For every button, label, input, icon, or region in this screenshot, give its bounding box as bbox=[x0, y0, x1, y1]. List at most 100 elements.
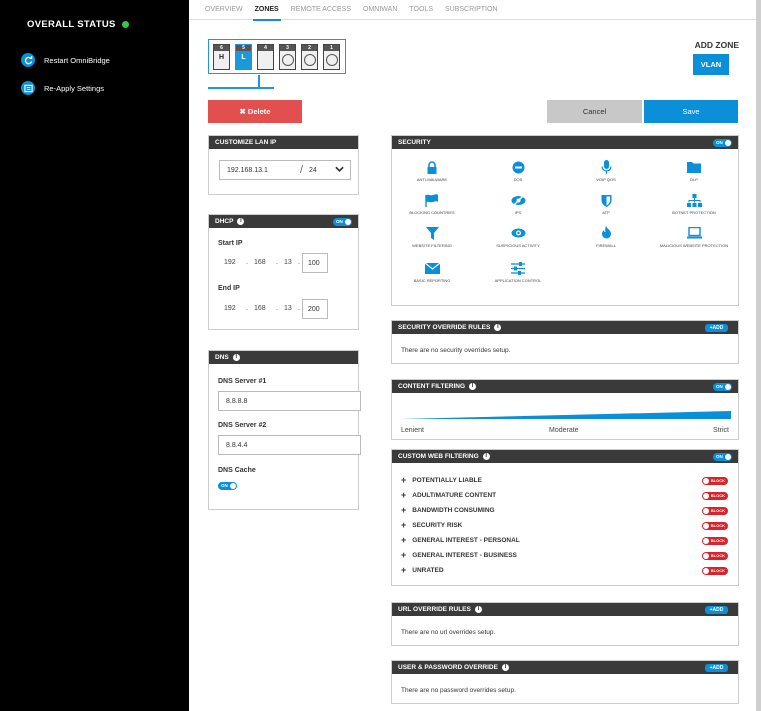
block-toggle[interactable]: BLOCK bbox=[702, 552, 728, 560]
ip-dot: . bbox=[298, 259, 300, 266]
user-password-override-header: USER & PASSWORD OVERRIDE i +ADD bbox=[392, 661, 738, 674]
toggle-label: ON bbox=[716, 454, 723, 459]
page-scrollbar[interactable] bbox=[756, 0, 761, 711]
category-row[interactable]: + POTENTIALLY LIABLE bbox=[401, 475, 482, 485]
toggle-label: ON bbox=[716, 384, 723, 389]
category-row[interactable]: + GENERAL INTEREST - PERSONAL bbox=[401, 535, 520, 545]
security-feature-malicious-website-protection[interactable]: MALICIOUS WEBSITE PROTECTION bbox=[654, 226, 734, 248]
info-icon[interactable]: i bbox=[501, 664, 509, 671]
security-feature-atp[interactable]: ATP bbox=[566, 193, 646, 215]
security-feature-dlp[interactable]: DLP bbox=[654, 160, 734, 182]
block-toggle[interactable]: BLOCK bbox=[702, 522, 728, 530]
toggle-knob bbox=[345, 219, 351, 225]
end-ip-last-input[interactable]: 200 bbox=[302, 299, 328, 319]
category-row[interactable]: + ADULT/MATURE CONTENT bbox=[401, 490, 496, 500]
add-url-override-button[interactable]: +ADD bbox=[705, 606, 728, 614]
toggle-label: BLOCK bbox=[710, 538, 725, 543]
security-feature-suspicious-activity[interactable]: SUSPICIOUS ACTIVITY bbox=[478, 226, 558, 248]
category-row[interactable]: + UNRATED bbox=[401, 565, 444, 575]
save-button[interactable]: Save bbox=[644, 100, 738, 123]
delete-button[interactable]: ✖ Delete bbox=[208, 100, 302, 123]
tab-overview[interactable]: OVERVIEW bbox=[203, 3, 245, 16]
port-empty-icon bbox=[282, 54, 294, 66]
laptop-icon bbox=[654, 226, 734, 240]
expand-plus-icon[interactable]: + bbox=[401, 475, 406, 485]
expand-plus-icon[interactable]: + bbox=[401, 565, 406, 575]
toggle-knob bbox=[703, 478, 709, 484]
expand-plus-icon[interactable]: + bbox=[401, 505, 406, 515]
tab-tools[interactable]: TOOLS bbox=[407, 3, 435, 16]
block-toggle[interactable]: BLOCK bbox=[702, 477, 728, 485]
info-icon[interactable]: i bbox=[232, 354, 240, 361]
lan-mask-select[interactable]: 24 bbox=[309, 167, 317, 174]
url-override-panel: URL OVERRIDE RULES i +ADD There are no u… bbox=[391, 602, 739, 646]
add-security-override-button[interactable]: +ADD bbox=[705, 324, 728, 332]
category-row[interactable]: + BANDWIDTH CONSUMING bbox=[401, 505, 495, 515]
block-toggle[interactable]: BLOCK bbox=[702, 492, 728, 500]
port-3[interactable]: 3 bbox=[279, 44, 296, 70]
block-toggle[interactable]: BLOCK bbox=[702, 567, 728, 575]
port-2[interactable]: 2 bbox=[301, 44, 318, 70]
port-5[interactable]: 5 L bbox=[235, 44, 252, 70]
category-row[interactable]: + SECURITY RISK bbox=[401, 520, 462, 530]
category-label: ADULT/MATURE CONTENT bbox=[412, 491, 497, 499]
category-row[interactable]: + GENERAL INTEREST - BUSINESS bbox=[401, 550, 517, 560]
security-feature-label: ANTI-MALWARE bbox=[416, 177, 448, 182]
info-icon[interactable]: i bbox=[469, 383, 477, 390]
security-override-panel: SECURITY OVERRIDE RULES i +ADD There are… bbox=[391, 320, 739, 364]
security-toggle[interactable]: ON bbox=[713, 139, 732, 147]
dns-server-1-input[interactable]: 8.8.8.8 bbox=[218, 391, 361, 411]
content-filtering-toggle[interactable]: ON bbox=[713, 383, 732, 391]
info-icon[interactable]: i bbox=[237, 218, 245, 225]
tab-omniwan[interactable]: OMNIWAN bbox=[361, 3, 399, 16]
security-feature-application-control[interactable]: APPLICATION CONTROL bbox=[478, 261, 558, 283]
cidr-separator: / bbox=[300, 164, 304, 176]
security-feature-ips[interactable]: IPS bbox=[478, 193, 558, 215]
vlan-button[interactable]: VLAN bbox=[693, 54, 729, 75]
custom-web-filtering-panel: CUSTOM WEB FILTERING i ON + POTENTIALLY L… bbox=[391, 449, 739, 586]
expand-plus-icon[interactable]: + bbox=[401, 490, 406, 500]
toggle-knob bbox=[703, 553, 709, 559]
custom-web-filtering-toggle[interactable]: ON bbox=[713, 453, 732, 461]
dns-server-2-input[interactable]: 8.8.4.4 bbox=[218, 435, 361, 455]
dns-header: DNS i bbox=[209, 351, 358, 364]
block-toggle[interactable]: BLOCK bbox=[702, 507, 728, 515]
security-feature-label: BLOCKING COUNTRIES bbox=[409, 210, 455, 215]
security-feature-basic-reporting[interactable]: BASIC REPORTING bbox=[392, 261, 472, 283]
port-zone-label: L bbox=[241, 54, 246, 61]
block-toggle[interactable]: BLOCK bbox=[702, 537, 728, 545]
info-icon[interactable]: i bbox=[474, 606, 482, 613]
tab-zones[interactable]: ZONES bbox=[252, 3, 281, 21]
start-ip-last-input[interactable]: 100 bbox=[302, 253, 328, 273]
security-feature-firewall[interactable]: FIREWALL bbox=[566, 226, 646, 248]
filtering-level-slider[interactable] bbox=[401, 411, 731, 421]
toggle-knob bbox=[725, 140, 731, 146]
info-icon[interactable]: i bbox=[482, 453, 490, 460]
port-4[interactable]: 4 bbox=[257, 44, 274, 70]
expand-plus-icon[interactable]: + bbox=[401, 550, 406, 560]
lan-ip-field[interactable]: 192.168.13.1 / 24 bbox=[219, 160, 351, 180]
cancel-button[interactable]: Cancel bbox=[547, 100, 642, 123]
panel-title: URL OVERRIDE RULES bbox=[398, 606, 471, 613]
security-feature-blocking-countries[interactable]: BLOCKING COUNTRIES bbox=[392, 193, 472, 215]
expand-plus-icon[interactable]: + bbox=[401, 520, 406, 530]
security-feature-dos[interactable]: DOS bbox=[478, 160, 558, 182]
security-feature-anti-malware[interactable]: ANTI-MALWARE bbox=[392, 160, 472, 182]
dhcp-toggle[interactable]: ON bbox=[333, 218, 352, 226]
security-feature-website-filtering[interactable]: WEBSITE FILTERING bbox=[392, 226, 472, 248]
expand-plus-icon[interactable]: + bbox=[401, 535, 406, 545]
tab-subscription[interactable]: SUBSCRIPTION bbox=[443, 3, 500, 16]
add-user-override-button[interactable]: +ADD bbox=[705, 664, 728, 672]
ip-dot: . bbox=[298, 305, 300, 312]
chevron-down-icon[interactable] bbox=[335, 166, 344, 175]
tab-remote-access[interactable]: REMOTE ACCESS bbox=[289, 3, 353, 16]
port-6[interactable]: 6 H bbox=[213, 44, 230, 70]
port-1[interactable]: 1 bbox=[323, 44, 340, 70]
security-override-header: SECURITY OVERRIDE RULES i +ADD bbox=[392, 321, 738, 334]
security-feature-botnet-protection[interactable]: BOTNET PROTECTION bbox=[654, 193, 734, 215]
restart-omnibridge-button[interactable]: Restart OmniBridge bbox=[21, 53, 110, 67]
security-feature-voip-qos[interactable]: VOIP QOS bbox=[566, 160, 646, 182]
reapply-settings-button[interactable]: Re-Apply Settings bbox=[21, 81, 104, 95]
info-icon[interactable]: i bbox=[494, 324, 502, 331]
dns-cache-toggle[interactable]: ON bbox=[218, 482, 237, 490]
